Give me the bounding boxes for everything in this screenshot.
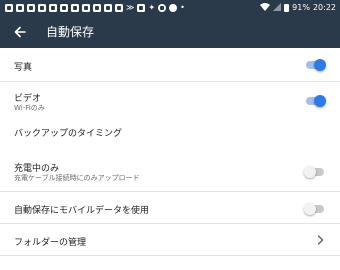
wifi-icon <box>260 2 271 13</box>
app-notification-icon <box>158 3 167 12</box>
status-bar: ≫ ✦ • 91% 20:22 <box>0 0 340 15</box>
section-header-backup-timing: バックアップのタイミング <box>0 114 340 147</box>
setting-row-photos[interactable]: 写真 <box>0 48 340 82</box>
messenger-icon <box>16 3 24 12</box>
app-bar: 自動保存 <box>0 15 340 48</box>
notification-icons: ≫ ✦ • <box>0 2 185 12</box>
system-status: 91% 20:22 <box>260 2 340 13</box>
setting-sub: Wi-Fiのみ <box>14 104 45 112</box>
photos-toggle[interactable] <box>306 59 326 71</box>
youtube-icon <box>115 3 123 12</box>
youtube-icon <box>71 3 79 12</box>
setting-label: 自動保存にモバイルデータを使用 <box>14 206 150 216</box>
app-notification-icon <box>60 3 68 12</box>
section-label: バックアップのタイミング <box>14 129 123 139</box>
setting-sub: 充電ケーブル接続時にのみアップロード <box>14 174 140 182</box>
video-toggle[interactable] <box>306 95 326 107</box>
photos-icon <box>27 3 35 12</box>
setting-label: 写真 <box>14 63 33 73</box>
status-dot-icon <box>169 3 178 12</box>
mail-icon <box>49 3 57 12</box>
youtube-icon <box>82 3 90 12</box>
mobile-data-toggle[interactable] <box>304 203 324 215</box>
back-arrow-icon <box>14 26 26 37</box>
more-notifications-icon: • <box>180 2 185 12</box>
youtube-icon <box>93 3 101 12</box>
setting-row-mobile-data[interactable]: 自動保存にモバイルデータを使用 <box>0 192 340 224</box>
facebook-icon <box>5 3 13 12</box>
feedly-icon: ≫ <box>126 2 135 12</box>
page-title: 自動保存 <box>46 25 95 39</box>
twitter-icon: ✦ <box>148 2 156 12</box>
battery-level: 91% <box>292 3 310 12</box>
back-button[interactable] <box>0 15 40 48</box>
setting-label: フォルダーの管理 <box>14 238 87 248</box>
setting-row-folder-management[interactable]: フォルダーの管理 <box>0 224 340 256</box>
clock: 20:22 <box>312 3 336 12</box>
setting-row-video[interactable]: ビデオ Wi-Fiのみ <box>0 82 340 114</box>
setting-row-charging-only[interactable]: 充電中のみ 充電ケーブル接続時にのみアップロード <box>0 147 340 192</box>
chevron-right-icon <box>317 235 324 245</box>
app-notification-icon <box>38 3 46 12</box>
youtube-icon <box>104 3 112 12</box>
youtube-icon <box>137 3 146 12</box>
signal-icon <box>273 2 282 13</box>
battery-icon <box>284 3 290 12</box>
charging-only-toggle[interactable] <box>304 166 324 178</box>
